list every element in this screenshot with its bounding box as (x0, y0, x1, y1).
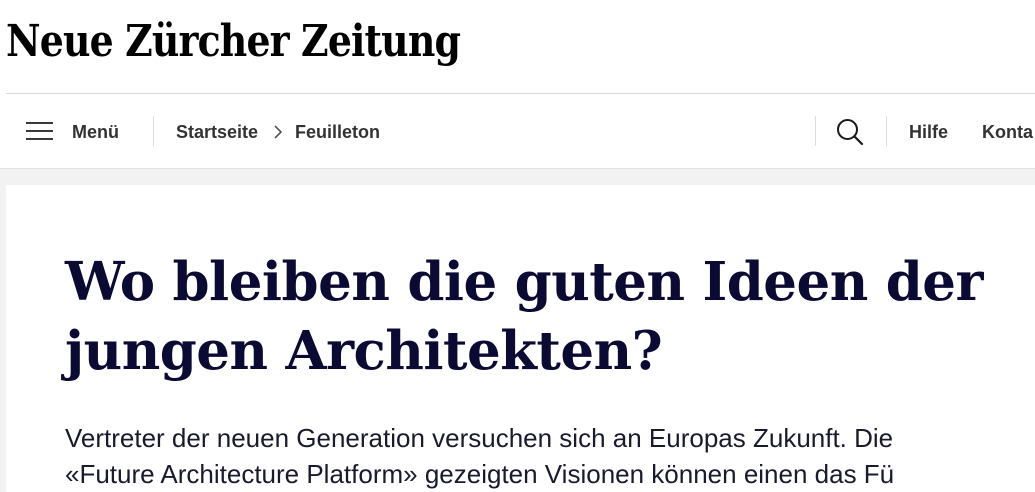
hamburger-menu-icon[interactable] (26, 122, 53, 140)
article-lead: Vertreter der neuen Generation versuchen… (65, 420, 894, 492)
contact-link[interactable]: Konta (982, 121, 1033, 143)
nav-divider (886, 116, 887, 146)
navigation-bar: Menü Startseite Feuilleton Hilfe Konta (0, 94, 1035, 169)
breadcrumb-home-link[interactable]: Startseite (176, 121, 258, 143)
nzz-logo[interactable]: Neue Zürcher Zeitung (6, 12, 461, 72)
masthead: Neue Zürcher Zeitung (0, 0, 1035, 93)
breadcrumb-section-link[interactable]: Feuilleton (295, 121, 380, 143)
chevron-right-icon (274, 125, 283, 139)
menu-button[interactable]: Menü (72, 121, 119, 143)
lead-line: Vertreter der neuen Generation versuchen… (65, 423, 894, 453)
help-link[interactable]: Hilfe (909, 121, 948, 143)
article-headline: Wo bleiben die guten Ideen der jungen Ar… (65, 248, 1035, 386)
search-icon[interactable] (835, 117, 865, 147)
headline-line: jungen Architekten? (65, 320, 663, 382)
lead-line: «Future Architecture Platform» gezeigten… (65, 459, 895, 489)
headline-line: Wo bleiben die guten Ideen der (65, 251, 983, 313)
nav-divider (815, 116, 816, 146)
nav-divider (153, 116, 154, 146)
